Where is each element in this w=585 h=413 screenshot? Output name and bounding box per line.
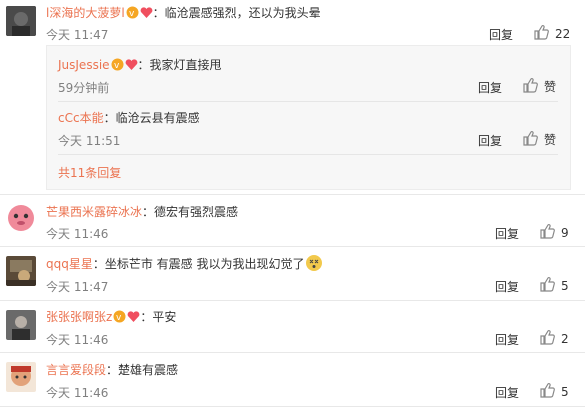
- like-button[interactable]: 22: [533, 24, 570, 43]
- comment-text: ：坐标芒市 有震感 我以为我出现幻觉了: [92, 257, 305, 271]
- avatar-image: [6, 6, 36, 36]
- more-replies-link[interactable]: 共11条回复: [58, 164, 121, 181]
- vip-badge-icon: v: [111, 58, 124, 71]
- comment-line: 芒果西米露碎冰冰：德宏有强烈震感: [46, 203, 238, 220]
- thumbs-up-icon: [539, 382, 555, 401]
- username-link[interactable]: cCc本能: [58, 111, 104, 125]
- like-label: 赞: [544, 80, 557, 94]
- fan-badge-icon: [125, 58, 138, 71]
- comment-time: 今天 11:46: [46, 386, 109, 400]
- avatar[interactable]: [6, 256, 36, 286]
- subreply-line: cCc本能：临沧云县有震感: [58, 109, 200, 126]
- sub-replies-panel: JusJessie v ：我家灯直接甩 59分钟前 回复 赞 cCc本能：临沧云县有…: [46, 45, 571, 190]
- username-link[interactable]: 言言爱段段: [46, 363, 106, 377]
- username-link[interactable]: qqq星星: [46, 257, 93, 271]
- like-label: 赞: [544, 133, 557, 147]
- vip-badge-icon: v: [126, 6, 139, 19]
- like-count: 5: [561, 384, 569, 399]
- svg-text:v: v: [116, 313, 122, 323]
- avatar[interactable]: [6, 310, 36, 340]
- like-button[interactable]: 5: [539, 382, 569, 401]
- subreply-text: ：临沧云县有震感: [103, 111, 200, 125]
- comment-text: ：德宏有强烈震感: [142, 205, 239, 219]
- comment-item: 张张张啊张z v ：平安 今天 11:46 回复 2: [0, 302, 585, 352]
- like-button[interactable]: 5: [539, 276, 569, 295]
- username-link[interactable]: l深海的大菠萝l: [46, 6, 125, 20]
- subreply-line: JusJessie v ：我家灯直接甩: [58, 56, 222, 73]
- divider: [58, 154, 558, 155]
- like-button[interactable]: 9: [539, 223, 569, 242]
- comment-item: qqq星星：坐标芒市 有震感 我以为我出现幻觉了 今天 11:47 回复 5: [0, 248, 585, 300]
- subreply-time: 59分钟前: [58, 81, 110, 95]
- svg-text:v: v: [129, 9, 135, 19]
- divider: [58, 101, 558, 102]
- like-count: 22: [555, 26, 571, 41]
- divider: [0, 300, 585, 301]
- comment-text: ：楚雄有震感: [106, 363, 179, 377]
- dizzy-face-emoji: [305, 255, 322, 271]
- fan-badge-icon: [140, 6, 153, 19]
- reply-button[interactable]: 回复: [495, 278, 519, 295]
- avatar-image: [6, 256, 36, 286]
- avatar-image: [6, 202, 36, 232]
- avatar-image: [6, 310, 36, 340]
- comment-time: 今天 11:47: [46, 28, 109, 42]
- avatar-image: [6, 362, 36, 392]
- comment-text: ：临沧震感强烈，还以为我头晕: [152, 6, 321, 20]
- reply-button[interactable]: 回复: [495, 225, 519, 242]
- reply-button[interactable]: 回复: [489, 26, 513, 43]
- comment-time: 今天 11:46: [46, 227, 109, 241]
- like-button[interactable]: 赞: [522, 130, 556, 149]
- divider: [0, 194, 585, 195]
- like-count: 9: [561, 225, 569, 240]
- reply-button[interactable]: 回复: [478, 132, 502, 149]
- reply-button[interactable]: 回复: [495, 384, 519, 401]
- comment-item: 言言爱段段：楚雄有震感 今天 11:46 回复 5: [0, 354, 585, 406]
- thumbs-up-icon: [522, 77, 538, 96]
- username-link[interactable]: 芒果西米露碎冰冰: [46, 205, 142, 219]
- divider: [0, 406, 585, 407]
- thumbs-up-icon: [539, 329, 555, 348]
- avatar[interactable]: [6, 202, 36, 232]
- username-link[interactable]: 张张张啊张z: [46, 310, 112, 324]
- reply-button[interactable]: 回复: [478, 79, 502, 96]
- avatar[interactable]: [6, 362, 36, 392]
- divider: [0, 246, 585, 247]
- thumbs-up-icon: [522, 130, 538, 149]
- comment-time: 今天 11:47: [46, 280, 109, 294]
- fan-badge-icon: [127, 310, 140, 323]
- comment-item: l深海的大菠萝l v ：临沧震感强烈，还以为我头晕 今天 11:47 回复 22 J…: [0, 0, 585, 190]
- comment-line: 言言爱段段：楚雄有震感: [46, 361, 178, 378]
- divider: [0, 352, 585, 353]
- username-link[interactable]: JusJessie: [58, 58, 110, 72]
- vip-badge-icon: v: [113, 310, 126, 323]
- subreply-time: 今天 11:51: [58, 134, 121, 148]
- avatar[interactable]: [6, 6, 36, 36]
- thumbs-up-icon: [539, 223, 555, 242]
- comment-text: ：平安: [140, 310, 177, 324]
- comment-line: 张张张啊张z v ：平安: [46, 308, 176, 325]
- subreply-text: ：我家灯直接甩: [137, 58, 222, 72]
- comment-time: 今天 11:46: [46, 333, 109, 347]
- svg-text:v: v: [114, 61, 120, 71]
- like-count: 2: [561, 331, 569, 346]
- thumbs-up-icon: [539, 276, 555, 295]
- like-button[interactable]: 2: [539, 329, 569, 348]
- like-button[interactable]: 赞: [522, 77, 556, 96]
- like-count: 5: [561, 278, 569, 293]
- comment-line: qqq星星：坐标芒市 有震感 我以为我出现幻觉了: [46, 255, 322, 272]
- comment-item: 芒果西米露碎冰冰：德宏有强烈震感 今天 11:46 回复 9: [0, 196, 585, 246]
- reply-button[interactable]: 回复: [495, 331, 519, 348]
- comment-line: l深海的大菠萝l v ：临沧震感强烈，还以为我头晕: [46, 4, 321, 21]
- thumbs-up-icon: [533, 24, 549, 43]
